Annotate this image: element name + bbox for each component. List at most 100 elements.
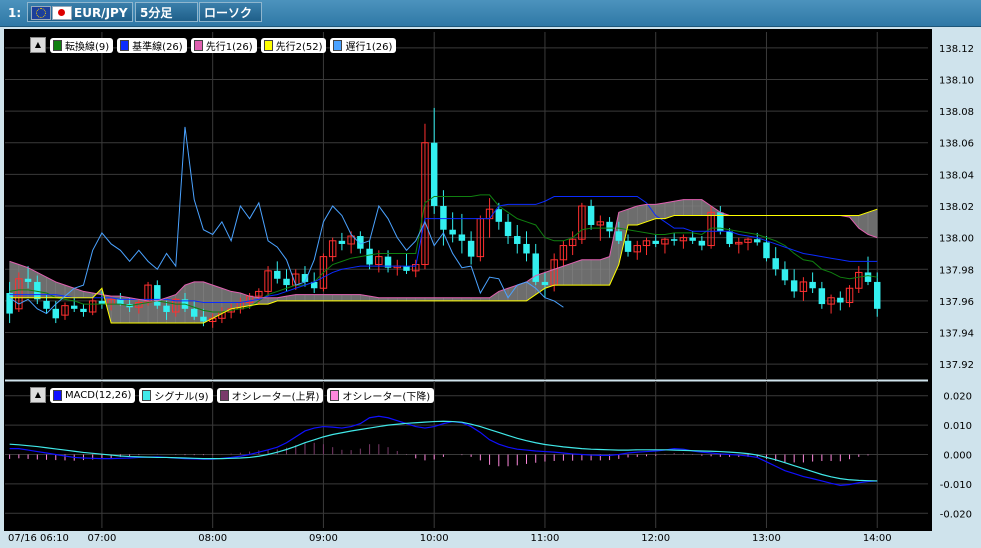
price-axis-tick: 138.04: [939, 170, 974, 181]
candle-down: [689, 237, 696, 241]
ichimoku-cloud-segment: [867, 208, 878, 238]
candle-down: [43, 300, 50, 309]
macd-axis-tick: -0.020: [940, 509, 972, 520]
candle-down: [274, 270, 281, 279]
candle-down: [338, 240, 346, 244]
price-axis-tick: 138.00: [939, 234, 974, 245]
candle-down: [163, 305, 170, 312]
price-axis-tick: 138.06: [939, 139, 974, 150]
ichimoku-cloud-segment: [323, 294, 333, 302]
price-axis-tick: 137.92: [939, 360, 974, 371]
collapse-toggle-icon[interactable]: ▲: [30, 37, 46, 53]
ichimoku-cloud-segment: [683, 199, 693, 216]
candle-down: [587, 206, 595, 225]
ichimoku-cloud-segment: [600, 256, 610, 286]
ichimoku-cloud-segment: [313, 294, 324, 302]
price-axis-tick: 138.02: [939, 202, 974, 213]
macd-axis-tick: 0.000: [943, 451, 972, 462]
candle-down: [624, 240, 632, 252]
legend-swatch-icon: [193, 39, 203, 51]
candle-down: [403, 266, 410, 271]
ichimoku-cloud-segment: [295, 294, 306, 302]
time-axis-tick: 07:00: [88, 533, 117, 544]
legend-item[interactable]: シグナル(9): [139, 387, 213, 403]
candle-down: [514, 236, 521, 244]
legend-label: 先行1(26): [205, 41, 253, 53]
candle-down: [117, 299, 124, 305]
time-axis-tick: 09:00: [309, 533, 338, 544]
ichimoku-cloud-segment: [563, 262, 573, 286]
legend-item[interactable]: 基準線(26): [117, 37, 187, 53]
price-axis-tick: 138.08: [939, 107, 974, 118]
legend-label: 先行2(52): [275, 41, 323, 53]
candle-down: [763, 242, 770, 259]
legend-item[interactable]: 先行2(52): [260, 37, 327, 53]
candle-down: [615, 231, 623, 241]
time-axis-tick: 08:00: [198, 533, 227, 544]
ichimoku-cloud-segment: [590, 259, 601, 286]
collapse-toggle-icon[interactable]: ▲: [30, 387, 46, 403]
candle-down: [670, 239, 678, 241]
legend-swatch-icon: [53, 389, 62, 401]
candle-down: [754, 239, 761, 243]
ichimoku-cloud-segment: [341, 294, 352, 302]
legend-swatch-icon: [333, 39, 343, 51]
candle-down: [154, 285, 161, 306]
candle-down: [541, 281, 549, 286]
time-axis-tick: 14:00: [863, 533, 892, 544]
ichimoku-cloud-segment: [129, 297, 140, 324]
legend-swatch-icon: [263, 39, 273, 51]
candle-down: [190, 308, 198, 317]
time-axis-tick: 12:00: [641, 533, 670, 544]
legend-label: 転換線(9): [65, 41, 110, 53]
candle-down: [781, 269, 789, 281]
legend-item[interactable]: オシレーター(上昇): [216, 387, 324, 403]
legend-swatch-icon: [120, 39, 130, 51]
legend-label: シグナル(9): [154, 391, 209, 403]
candle-down: [874, 281, 881, 309]
candle-down: [52, 308, 59, 319]
ichimoku-cloud-segment: [9, 261, 20, 298]
candle-down: [495, 209, 503, 222]
time-axis-tick: 11:00: [531, 533, 560, 544]
ichimoku-cloud-segment: [572, 259, 583, 286]
candle-down: [200, 316, 207, 322]
candle-down: [772, 258, 779, 270]
legend-item[interactable]: 転換線(9): [50, 37, 114, 53]
ichimoku-cloud-segment: [230, 291, 241, 310]
legend-item[interactable]: MACD(12,26): [50, 387, 136, 403]
legend-label: 遅行1(26): [345, 41, 393, 53]
time-axis-tick: 13:00: [752, 533, 781, 544]
legend-swatch-icon: [53, 39, 62, 51]
legend-label: オシレーター(下降): [342, 391, 431, 403]
chart-svg[interactable]: 138.12 138.10 138.08 138.06 138.04 138.02 138.…: [0, 0, 981, 548]
candle-down: [864, 272, 872, 282]
candle-down: [283, 278, 290, 286]
legend-item[interactable]: オシレーター(下降): [327, 387, 435, 403]
macd-axis-tick: 0.010: [943, 421, 972, 432]
ichimoku-cloud-segment: [350, 294, 361, 302]
price-axis-tick: 137.94: [939, 329, 974, 340]
price-axis-tick: 137.98: [939, 265, 974, 276]
candle-down: [818, 288, 826, 305]
candle-down: [504, 221, 512, 237]
candle-down: [80, 308, 87, 312]
ichimoku-cloud-segment: [673, 199, 684, 216]
price-axis-tick: 137.96: [939, 297, 974, 308]
candle-down: [24, 278, 32, 282]
ichimoku-cloud-segment: [212, 284, 223, 319]
candle-down: [809, 281, 816, 289]
macd-axis-tick: -0.010: [940, 480, 972, 491]
legend-item[interactable]: 先行1(26): [190, 37, 257, 53]
candle-down: [458, 234, 466, 241]
candle-down: [790, 280, 798, 292]
candle-down: [698, 240, 706, 246]
ichimoku-cloud-segment: [304, 294, 315, 302]
candle-down: [70, 305, 78, 309]
candle-down: [357, 236, 364, 249]
ichimoku-cloud-segment: [332, 294, 343, 302]
legend-item[interactable]: 遅行1(26): [330, 37, 397, 53]
candle-down: [726, 231, 733, 244]
price-legend: ▲ 転換線(9) 基準線(26) 先行1(26) 先行2(52) 遅行1(26): [30, 37, 397, 53]
price-axis-tick: 138.12: [939, 44, 974, 55]
